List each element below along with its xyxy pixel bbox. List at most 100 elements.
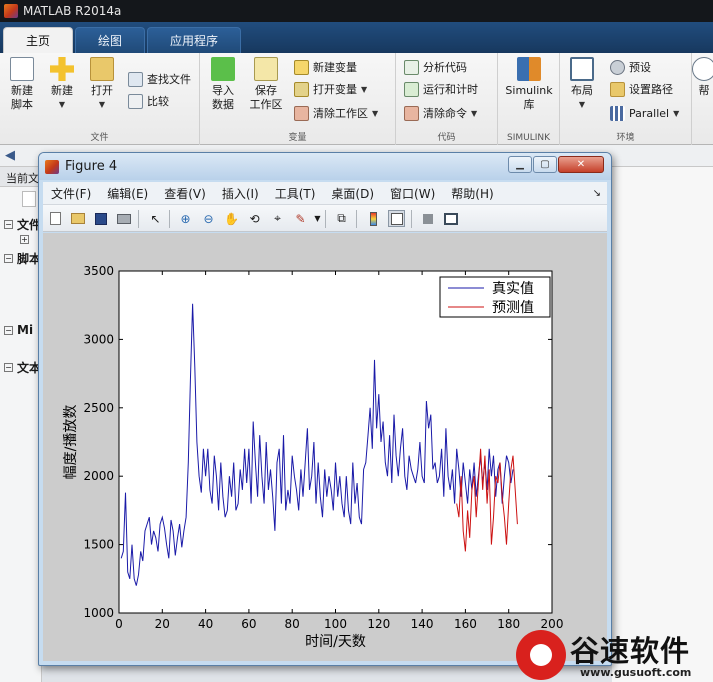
rotate-3d-icon[interactable]: ⟲ <box>246 210 263 227</box>
gear-icon <box>610 59 625 75</box>
pointer-icon[interactable]: ↖ <box>147 210 164 227</box>
brush-icon[interactable]: ✎ <box>292 210 309 227</box>
watermark-logo-icon <box>516 630 566 680</box>
app-titlebar: MATLAB R2014a <box>0 0 713 22</box>
run-and-time-button[interactable]: 运行和计时 <box>404 79 478 99</box>
open-file-icon[interactable] <box>69 210 86 227</box>
menu-edit[interactable]: 编辑(E) <box>99 185 156 202</box>
plot-area <box>118 270 553 614</box>
matlab-logo-icon <box>45 159 59 174</box>
import-data-button[interactable]: 导入 数据 <box>203 57 243 112</box>
maximize-button[interactable]: ▢ <box>533 156 557 173</box>
watermark-text: 谷速软件 <box>570 634 691 668</box>
group-label-code: 代码 <box>437 133 456 143</box>
x-axis-label: 时间/天数 <box>305 634 366 650</box>
compare-button[interactable]: 比较 <box>128 91 169 111</box>
folder-section-mi[interactable]: − Mi <box>4 323 33 337</box>
pan-hand-icon[interactable]: ✋ <box>223 210 240 227</box>
folder-section-files[interactable]: − 文件 <box>4 216 41 233</box>
show-plot-tools-icon[interactable] <box>442 210 459 227</box>
app-title: MATLAB R2014a <box>23 4 122 18</box>
tab-apps[interactable]: 应用程序 <box>147 27 242 53</box>
chevron-down-icon[interactable]: ▼ <box>309 210 326 227</box>
find-files-button[interactable]: 查找文件 <box>128 69 191 89</box>
minimize-button[interactable]: ▁ <box>508 156 532 173</box>
new-plus-icon <box>50 57 74 81</box>
layout-icon <box>570 57 594 81</box>
collapse-icon[interactable]: − <box>4 220 13 229</box>
menu-help[interactable]: 帮助(H) <box>443 185 501 202</box>
preferences-button[interactable]: 预设 <box>610 57 651 77</box>
minimize-icon: ▁ <box>516 159 524 170</box>
ribbon-group-simulink: Simulink 库 SIMULINK <box>498 53 560 145</box>
close-button[interactable]: ✕ <box>558 156 604 173</box>
expand-icon[interactable]: + <box>20 235 29 244</box>
x-tick-label: 160 <box>454 617 477 631</box>
current-folder-panel: − 文件 + − 脚本 − Mi − 文本 <box>0 187 42 682</box>
maximize-icon: ▢ <box>540 159 550 170</box>
chevron-down-icon: ▼ <box>361 84 368 94</box>
folder-section-text[interactable]: − 文本 <box>4 359 41 376</box>
open-variable-button[interactable]: 打开变量 ▼ <box>294 79 367 99</box>
save-icon[interactable] <box>92 210 109 227</box>
chevron-down-icon: ▼ <box>673 108 680 118</box>
clear-commands-button[interactable]: 清除命令 ▼ <box>404 103 477 123</box>
menu-tools[interactable]: 工具(T) <box>267 185 324 202</box>
dock-arrow-icon[interactable]: ↘ <box>593 188 601 199</box>
analyze-code-icon <box>404 59 419 75</box>
print-icon[interactable] <box>115 210 132 227</box>
ribbon: 新建 脚本 新建 ▼ 打开 ▼ 查找文件 比较 文件 导入 数据 保存 工作区 … <box>0 53 713 145</box>
zoom-in-icon[interactable]: ⊕ <box>177 210 194 227</box>
tab-home[interactable]: 主页 <box>3 27 74 53</box>
set-path-button[interactable]: 设置路径 <box>610 79 673 99</box>
chevron-down-icon: ▼ <box>58 100 66 109</box>
menu-window[interactable]: 窗口(W) <box>382 185 443 202</box>
menu-insert[interactable]: 插入(I) <box>214 185 267 202</box>
data-cursor-icon[interactable]: ⌖ <box>269 210 286 227</box>
collapse-icon[interactable]: − <box>4 363 13 372</box>
simulink-library-button[interactable]: Simulink 库 <box>503 57 555 112</box>
x-tick-label: 100 <box>324 617 347 631</box>
menu-view[interactable]: 查看(V) <box>156 185 214 202</box>
layout-button[interactable]: 布局 ▼ <box>562 57 602 112</box>
open-button[interactable]: 打开 ▼ <box>82 57 122 112</box>
save-workspace-button[interactable]: 保存 工作区 <box>246 57 286 112</box>
figure-window: Figure 4 ▁ ▢ ✕ 文件(F) 编辑(E) 查看(V) 插入(I) 工… <box>38 152 612 666</box>
figure-toolbar: ↖ ⊕ ⊖ ✋ ⟲ ⌖ ✎ ▼ ⧉ <box>43 204 607 232</box>
matlab-logo-icon <box>4 4 18 18</box>
menu-desktop[interactable]: 桌面(D) <box>323 185 382 202</box>
new-variable-button[interactable]: 新建变量 <box>294 57 357 77</box>
group-label-file: 文件 <box>90 133 109 143</box>
help-button[interactable]: 帮 <box>692 57 713 98</box>
folder-section-scripts[interactable]: − 脚本 <box>4 250 41 267</box>
plot-svg: 0 20 40 60 80 100 120 140 160 180 2001000150020002… <box>63 264 563 650</box>
analyze-code-button[interactable]: 分析代码 <box>404 57 467 77</box>
ribbon-group-variable: 导入 数据 保存 工作区 新建变量 打开变量 ▼ 清除工作区 ▼ 变量 <box>200 53 396 145</box>
compare-icon <box>128 93 143 109</box>
x-tick-label: 80 <box>285 617 300 631</box>
brush-icon <box>404 105 419 121</box>
parallel-button[interactable]: Parallel ▼ <box>610 103 679 123</box>
ribbon-group-file: 新建 脚本 新建 ▼ 打开 ▼ 查找文件 比较 文件 <box>0 53 200 145</box>
legend-icon[interactable] <box>388 210 405 227</box>
new-script-button[interactable]: 新建 脚本 <box>2 57 42 112</box>
collapse-icon[interactable]: − <box>4 325 13 335</box>
new-figure-icon[interactable] <box>47 210 64 227</box>
x-tick-label: 60 <box>241 617 256 631</box>
brush-icon <box>294 105 309 121</box>
back-arrow-icon[interactable]: ◀ <box>5 148 15 163</box>
tab-plots[interactable]: 绘图 <box>75 27 146 53</box>
ribbon-group-environment: 布局 ▼ 预设 设置路径 Parallel ▼ 环境 <box>560 53 692 145</box>
figure-canvas: 0 20 40 60 80 100 120 140 160 180 200 1000 1500 2000 2… <box>43 233 607 661</box>
new-variable-icon <box>294 59 309 75</box>
figure-title: Figure 4 <box>65 159 118 174</box>
hide-plot-tools-icon[interactable] <box>419 210 436 227</box>
zoom-out-icon[interactable]: ⊖ <box>200 210 217 227</box>
link-plot-icon[interactable]: ⧉ <box>333 210 350 227</box>
clear-workspace-button[interactable]: 清除工作区 ▼ <box>294 103 378 123</box>
new-button[interactable]: 新建 ▼ <box>42 57 82 112</box>
menu-file[interactable]: 文件(F) <box>43 185 99 202</box>
collapse-icon[interactable]: − <box>4 254 13 263</box>
simulink-library-icon <box>517 57 541 81</box>
colorbar-icon[interactable] <box>365 210 382 227</box>
